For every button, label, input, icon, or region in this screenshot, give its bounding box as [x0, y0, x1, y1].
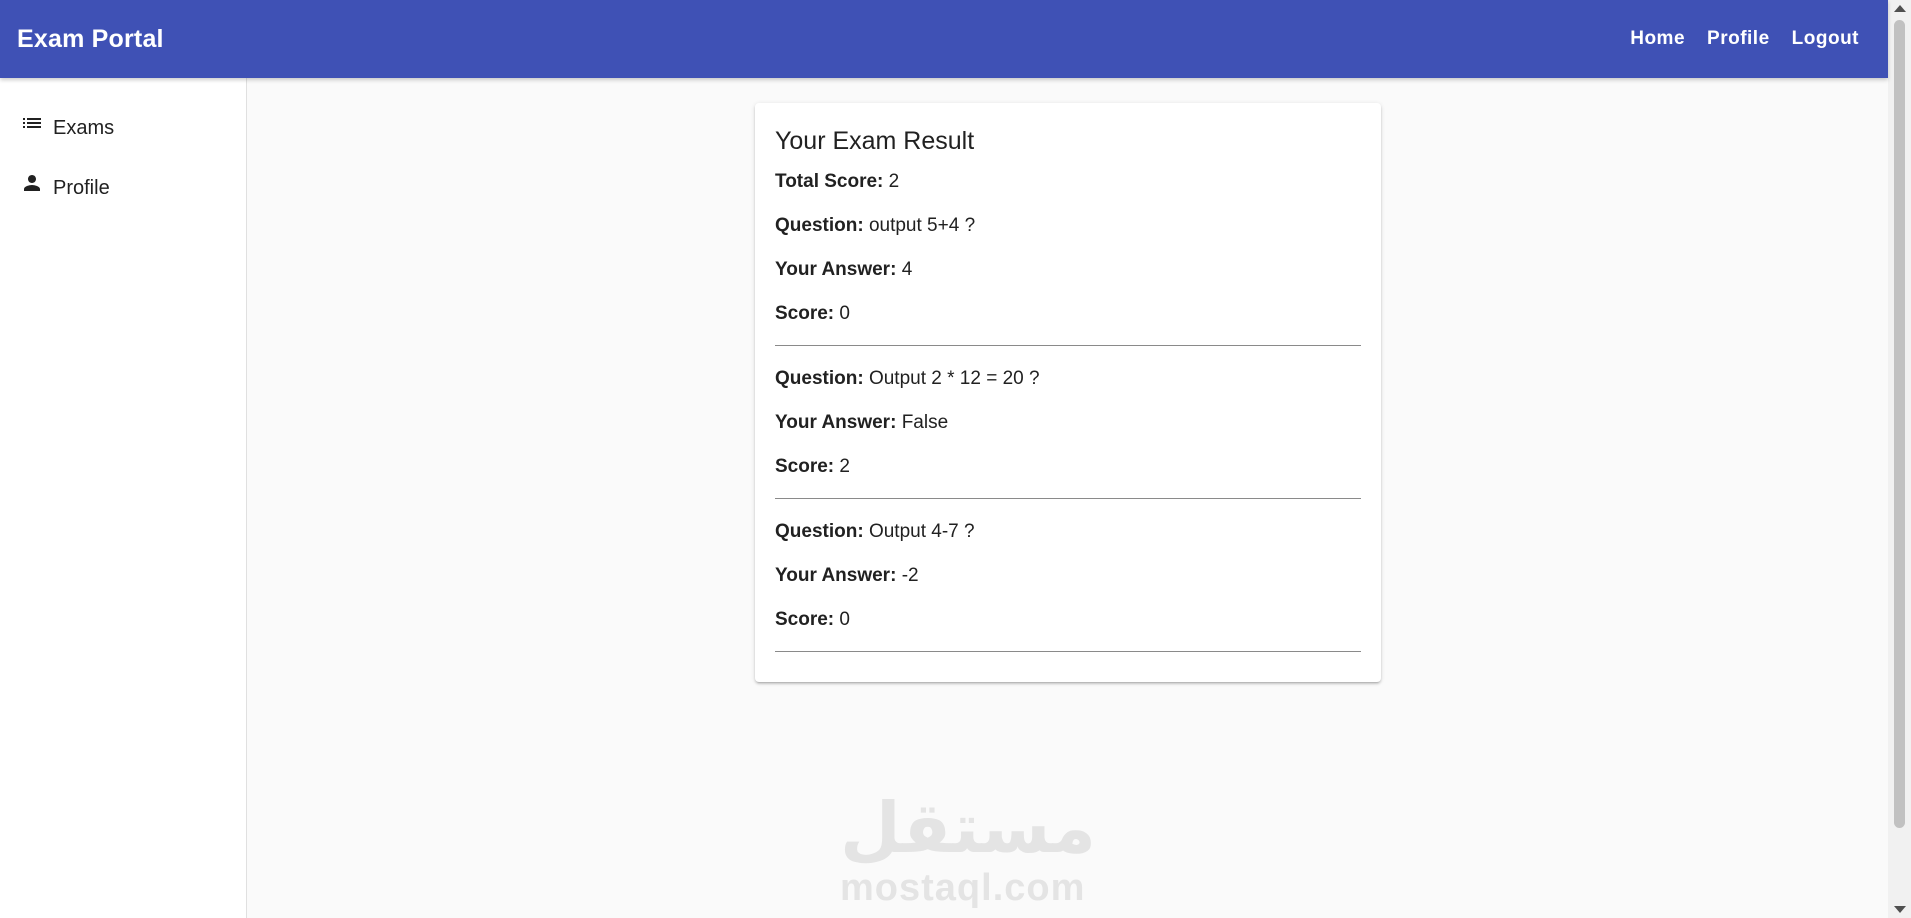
answer-text: 4	[901, 259, 913, 280]
question-text: Output 2 * 12 = 20 ?	[868, 368, 1040, 389]
scroll-thumb[interactable]	[1894, 20, 1905, 828]
list-icon	[23, 118, 41, 128]
watermark-arabic: مستقل	[840, 787, 1097, 869]
app-title: Exam Portal	[17, 24, 164, 53]
score-line: Score: 0	[775, 609, 1361, 631]
answer-text: False	[901, 412, 949, 433]
question-line: Question: Output 4-7 ?	[775, 521, 1361, 543]
question-label: Question:	[775, 368, 864, 389]
exam-result-card: Your Exam Result Total Score: 2 Question…	[755, 103, 1381, 682]
score-label: Score:	[775, 303, 835, 324]
answer-line: Your Answer: 4	[775, 259, 1361, 281]
answer-label: Your Answer:	[775, 412, 897, 433]
total-score-label: Total Score:	[775, 171, 884, 192]
answer-line: Your Answer: -2	[775, 565, 1361, 587]
main-content: Your Exam Result Total Score: 2 Question…	[248, 78, 1888, 918]
score-label: Score:	[775, 456, 835, 477]
scroll-down-arrow-icon[interactable]	[1894, 906, 1906, 913]
answer-label: Your Answer:	[775, 565, 897, 586]
answer-line: Your Answer: False	[775, 412, 1361, 434]
watermark: مستقل mostaql.com	[840, 787, 1097, 909]
profile-nav-button[interactable]: Profile	[1696, 20, 1781, 58]
result-item: Question: output 5+4 ? Your Answer: 4 Sc…	[775, 215, 1361, 346]
score-value: 0	[839, 303, 850, 324]
question-line: Question: output 5+4 ?	[775, 215, 1361, 237]
question-label: Question:	[775, 521, 864, 542]
score-label: Score:	[775, 609, 835, 630]
question-line: Question: Output 2 * 12 = 20 ?	[775, 368, 1361, 390]
vertical-scrollbar[interactable]	[1888, 0, 1911, 918]
total-score: Total Score: 2	[775, 171, 1361, 193]
logout-nav-button[interactable]: Logout	[1781, 20, 1870, 58]
score-line: Score: 0	[775, 303, 1361, 325]
sidebar-item-label: Exams	[53, 116, 115, 139]
top-nav: Home Profile Logout	[1619, 20, 1870, 58]
result-item: Question: Output 2 * 12 = 20 ? Your Answ…	[775, 368, 1361, 499]
result-item: Question: Output 4-7 ? Your Answer: -2 S…	[775, 521, 1361, 652]
sidebar-item-exams[interactable]: Exams	[0, 98, 246, 158]
score-value: 0	[839, 609, 850, 630]
sidebar: Exams Profile	[0, 78, 247, 918]
scroll-up-arrow-icon[interactable]	[1894, 5, 1906, 12]
sidebar-item-label: Profile	[53, 176, 110, 199]
watermark-latin: mostaql.com	[840, 867, 1086, 909]
home-nav-button[interactable]: Home	[1619, 20, 1696, 58]
answer-text: -2	[901, 565, 919, 586]
total-score-value: 2	[888, 171, 900, 192]
card-title: Your Exam Result	[775, 127, 975, 155]
answer-label: Your Answer:	[775, 259, 897, 280]
sidebar-item-profile[interactable]: Profile	[0, 158, 246, 218]
person-icon	[24, 175, 40, 191]
score-line: Score: 2	[775, 456, 1361, 478]
question-text: Output 4-7 ?	[868, 521, 975, 542]
app-toolbar: Exam Portal Home Profile Logout	[0, 0, 1888, 78]
score-value: 2	[839, 456, 850, 477]
question-text: output 5+4 ?	[868, 215, 976, 236]
question-label: Question:	[775, 215, 864, 236]
